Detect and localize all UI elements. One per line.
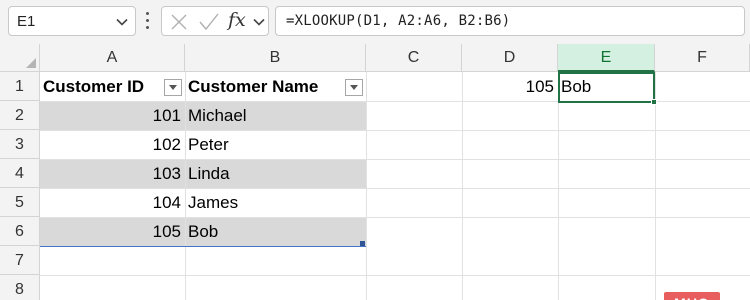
cell-a6[interactable]: 105	[40, 217, 185, 246]
insert-function-button[interactable]: fx	[228, 9, 246, 31]
cell-a4[interactable]: 103	[40, 159, 185, 188]
spreadsheet-grid: A B C D E F 1 2 3 4 5 6 7 8 Customer ID …	[0, 44, 750, 300]
table-resize-handle[interactable]	[360, 241, 365, 246]
watermark-logo: MUO	[664, 292, 720, 300]
filter-button-customer-id[interactable]	[164, 79, 182, 96]
dropdown-arrow-icon	[350, 85, 358, 90]
active-cell-outline	[558, 72, 655, 103]
cell-a1[interactable]: Customer ID	[40, 72, 165, 101]
column-header-e[interactable]: E	[558, 44, 655, 72]
gridline	[40, 275, 750, 276]
cell-b6[interactable]: Bob	[185, 217, 366, 246]
column-header-c[interactable]: C	[366, 44, 462, 72]
fill-handle[interactable]	[651, 99, 657, 105]
row-header-4[interactable]: 4	[0, 159, 40, 188]
dropdown-arrow-icon	[169, 85, 177, 90]
row-header-1[interactable]: 1	[0, 72, 40, 101]
row-header-5[interactable]: 5	[0, 188, 40, 217]
row-header-2[interactable]: 2	[0, 101, 40, 130]
row-header-7[interactable]: 7	[0, 246, 40, 275]
select-all-button[interactable]	[0, 44, 40, 72]
cell-b2[interactable]: Michael	[185, 101, 366, 130]
column-header-a[interactable]: A	[40, 44, 185, 72]
column-header-b[interactable]: B	[185, 44, 366, 72]
chevron-down-icon[interactable]	[252, 15, 266, 29]
cell-a5[interactable]: 104	[40, 188, 185, 217]
cell-b3[interactable]: Peter	[185, 130, 366, 159]
check-icon[interactable]	[198, 12, 220, 32]
divider-grip-icon[interactable]	[146, 12, 150, 32]
gridline	[462, 72, 463, 300]
gridline	[655, 72, 656, 300]
formula-input[interactable]: =XLOOKUP(D1, A2:A6, B2:B6)	[275, 6, 745, 36]
cell-d1[interactable]: 105	[462, 72, 558, 101]
name-box[interactable]: E1	[8, 6, 136, 36]
column-header-f[interactable]: F	[655, 44, 750, 72]
x-icon[interactable]	[170, 13, 188, 31]
filter-button-customer-name[interactable]	[345, 79, 363, 96]
formula-text: =XLOOKUP(D1, A2:A6, B2:B6)	[286, 13, 511, 29]
cell-b1[interactable]: Customer Name	[185, 72, 345, 101]
row-header-6[interactable]: 6	[0, 217, 40, 246]
formula-controls: fx	[161, 6, 269, 36]
chevron-down-icon[interactable]	[115, 15, 129, 29]
gridline	[366, 72, 367, 300]
formula-bar-area: E1 fx =XLOOKUP(D1, A2:A6, B2:B6)	[0, 0, 750, 44]
cell-a2[interactable]: 101	[40, 101, 185, 130]
cell-b5[interactable]: James	[185, 188, 366, 217]
row-header-3[interactable]: 3	[0, 130, 40, 159]
row-header-8[interactable]: 8	[0, 275, 40, 300]
cell-a3[interactable]: 102	[40, 130, 185, 159]
column-header-d[interactable]: D	[462, 44, 558, 72]
cell-b4[interactable]: Linda	[185, 159, 366, 188]
gridline	[558, 72, 559, 300]
name-box-value: E1	[17, 13, 36, 30]
table-bottom-border	[40, 246, 366, 247]
